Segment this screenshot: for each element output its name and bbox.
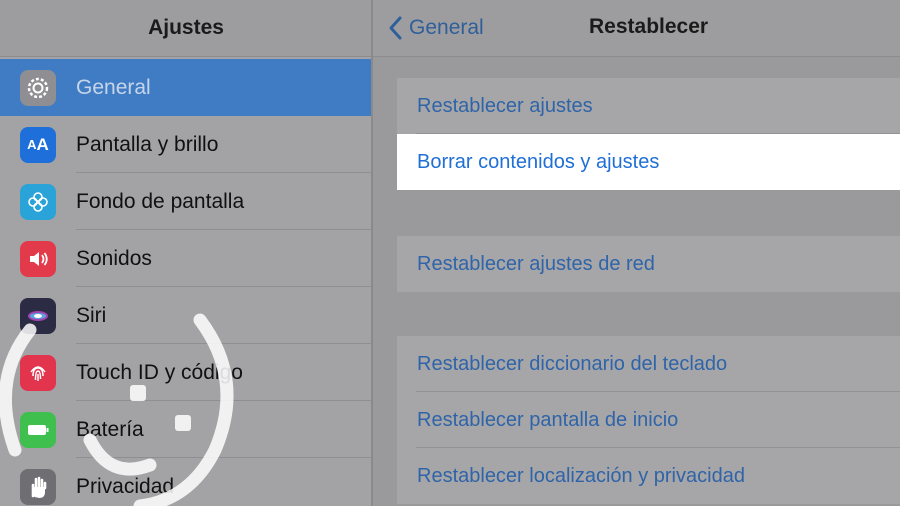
sidebar-item-general[interactable]: General [0,59,372,116]
fingerprint-icon [20,354,56,391]
reset-group-3: Restablecer diccionario del teclado Rest… [397,336,900,504]
back-button[interactable]: General [387,14,484,42]
chevron-left-icon [389,16,402,40]
sidebar-item-label: Touch ID y código [76,360,243,384]
sidebar-title: Ajustes [148,16,224,39]
siri-icon [20,297,56,334]
sidebar-item-label: Sonidos [76,246,152,270]
detail-panel: General Restablecer Restablecer ajustes … [373,0,900,506]
sidebar-item-privacidad[interactable]: Privacidad [0,458,372,506]
row-label: Restablecer pantalla de inicio [417,408,679,431]
back-label: General [409,16,484,39]
sidebar-list: General AA Pantalla y brillo Fondo de pa… [0,59,372,506]
row-label: Borrar contenidos y ajustes [417,150,660,173]
sidebar-item-label: Batería [76,417,144,441]
sidebar-item-label: General [76,75,151,99]
sidebar-item-label: Privacidad [76,474,175,498]
row-label: Restablecer localización y privacidad [417,464,745,487]
row-label: Restablecer ajustes de red [417,252,655,275]
sidebar-item-label: Siri [76,303,107,327]
speaker-icon [20,240,56,277]
reset-group-2: Restablecer ajustes de red [397,236,900,292]
sidebar-item-pantalla[interactable]: AA Pantalla y brillo [0,116,372,173]
gear-icon [20,69,56,106]
reset-network-row[interactable]: Restablecer ajustes de red [397,236,900,292]
wallpaper-icon [20,183,56,220]
page-title: Restablecer [589,15,709,38]
sidebar-item-sonidos[interactable]: Sonidos [0,230,372,287]
reset-keyboard-row[interactable]: Restablecer diccionario del teclado [397,336,900,392]
hand-icon [20,468,56,505]
erase-content-row[interactable]: Borrar contenidos y ajustes [397,134,900,190]
reset-group-1: Restablecer ajustes Borrar contenidos y … [397,78,900,190]
reset-location-privacy-row[interactable]: Restablecer localización y privacidad [397,448,900,504]
reset-home-screen-row[interactable]: Restablecer pantalla de inicio [397,392,900,448]
sidebar-header: Ajustes [0,0,372,57]
row-label: Restablecer diccionario del teclado [417,352,728,375]
sidebar-item-fondo[interactable]: Fondo de pantalla [0,173,372,230]
battery-icon [20,411,56,448]
display-icon: AA [20,126,56,163]
sidebar-item-bateria[interactable]: Batería [0,401,372,458]
sidebar: Ajustes General AA Pantalla y brillo Fon… [0,0,372,506]
sidebar-item-label: Pantalla y brillo [76,132,219,156]
reset-settings-row[interactable]: Restablecer ajustes [397,78,900,134]
row-label: Restablecer ajustes [417,94,593,117]
nav-bar: General Restablecer [373,0,900,57]
sidebar-item-label: Fondo de pantalla [76,189,245,213]
sidebar-item-siri[interactable]: Siri [0,287,372,344]
sidebar-item-touchid[interactable]: Touch ID y código [0,344,372,401]
